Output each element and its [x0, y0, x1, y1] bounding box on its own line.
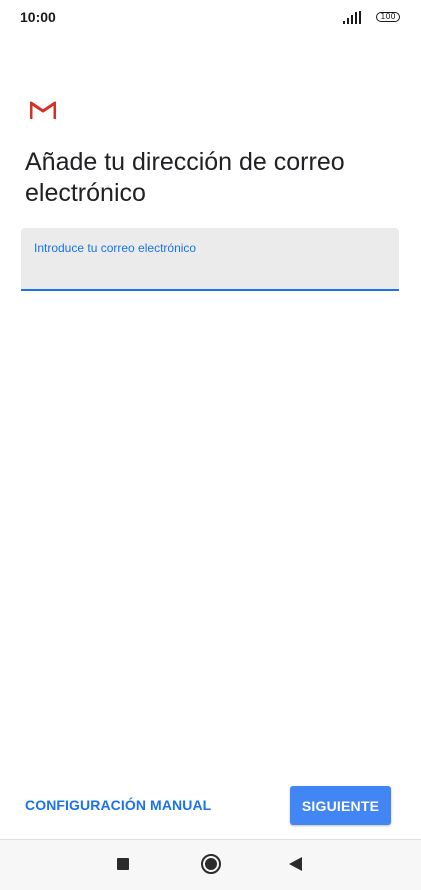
page-title: Añade tu dirección de correo electrónico [25, 148, 345, 207]
back-icon[interactable] [289, 857, 302, 871]
status-bar: 10:00 100 [0, 0, 421, 36]
email-input[interactable] [33, 258, 383, 282]
manual-config-button[interactable]: CONFIGURACIÓN MANUAL [25, 792, 211, 818]
battery-icon: 100 [376, 12, 400, 22]
email-field[interactable]: Introduce tu correo electrónico [21, 228, 399, 291]
next-button[interactable]: SIGUIENTE [290, 786, 391, 825]
gmail-icon [30, 101, 56, 119]
email-field-label: Introduce tu correo electrónico [34, 241, 197, 255]
screen: 10:00 100 Añade tu dirección de correo e… [0, 0, 421, 890]
status-time: 10:00 [20, 9, 56, 25]
signal-icon [343, 11, 361, 24]
recents-icon[interactable] [117, 858, 129, 870]
navigation-bar [0, 839, 421, 890]
home-icon[interactable] [201, 854, 221, 874]
